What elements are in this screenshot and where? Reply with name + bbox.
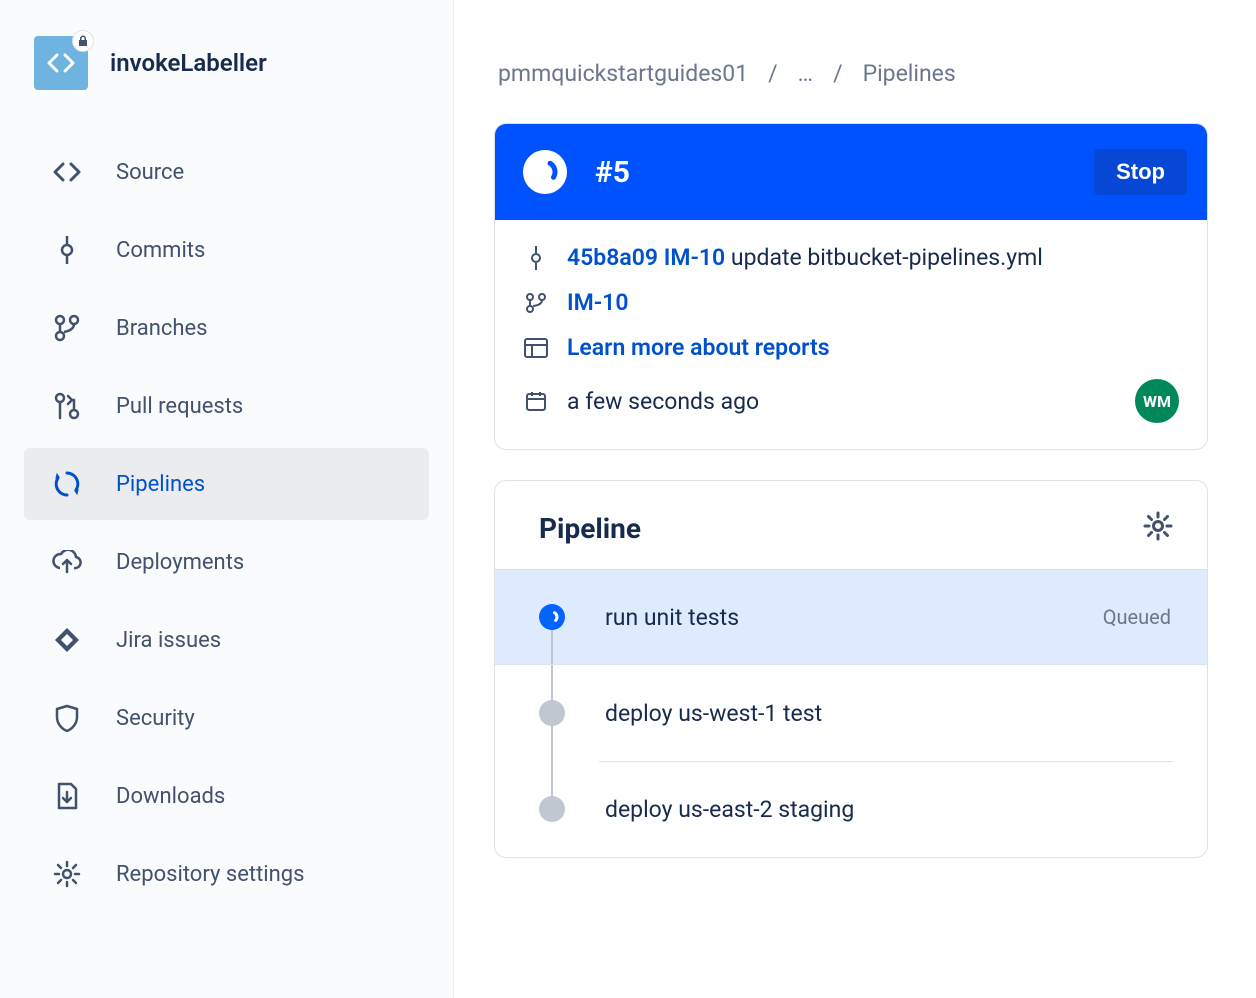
sidebar-item-repo-settings[interactable]: Repository settings [24, 838, 429, 910]
pipeline-step[interactable]: deploy us-west-1 test [495, 665, 1207, 761]
repo-icon [34, 36, 88, 90]
breadcrumb-root[interactable]: pmmquickstartguides01 [498, 60, 748, 87]
sidebar-item-label: Repository settings [116, 862, 401, 887]
branch-link[interactable]: IM-10 [567, 289, 628, 316]
repo-name: invokeLabeller [110, 49, 267, 77]
sidebar-item-source[interactable]: Source [24, 136, 429, 208]
issue-key-link[interactable]: IM-10 [664, 244, 725, 271]
run-details: 45b8a09 IM-10 update bitbucket-pipelines… [495, 220, 1207, 449]
step-status-label: Queued [1103, 605, 1171, 629]
downloads-icon [52, 781, 82, 811]
sidebar-item-branches[interactable]: Branches [24, 292, 429, 364]
stop-button[interactable]: Stop [1094, 149, 1187, 195]
step-name: run unit tests [605, 604, 1103, 631]
breadcrumb-separator: / [833, 60, 843, 87]
pipeline-steps-header: Pipeline [495, 481, 1207, 569]
sidebar-item-deployments[interactable]: Deployments [24, 526, 429, 598]
commit-icon [523, 246, 549, 270]
sidebar-item-downloads[interactable]: Downloads [24, 760, 429, 832]
shield-icon [52, 703, 82, 733]
step-divider [599, 761, 1173, 762]
pipeline-title: Pipeline [539, 512, 641, 545]
pipeline-settings-button[interactable] [1143, 511, 1173, 545]
branch-row: IM-10 [523, 289, 1179, 316]
source-icon [52, 157, 82, 187]
commit-hash-link[interactable]: 45b8a09 [567, 244, 658, 271]
breadcrumb-ellipsis[interactable]: … [798, 60, 813, 87]
avatar[interactable]: WM [1135, 379, 1179, 423]
run-header: #5 Stop [495, 124, 1207, 220]
sidebar-item-label: Pull requests [116, 394, 401, 419]
commits-icon [52, 235, 82, 265]
gear-icon [52, 859, 82, 889]
sidebar-item-label: Downloads [116, 784, 401, 809]
sidebar-item-label: Security [116, 706, 401, 731]
sidebar-item-label: Jira issues [116, 628, 401, 653]
step-status-pending-icon [539, 700, 565, 726]
main-content: pmmquickstartguides01 / … / Pipelines #5… [454, 0, 1256, 998]
pipeline-step[interactable]: deploy us-east-2 staging [495, 761, 1207, 857]
branch-icon [523, 292, 549, 314]
pipeline-steps-card: Pipeline run unit tests Queued deploy us… [494, 480, 1208, 858]
sidebar-item-label: Branches [116, 316, 401, 341]
reports-row: Learn more about reports [523, 334, 1179, 361]
time-row: a few seconds ago WM [523, 379, 1179, 423]
calendar-icon [523, 390, 549, 412]
step-list: run unit tests Queued deploy us-west-1 t… [495, 569, 1207, 857]
commit-row: 45b8a09 IM-10 update bitbucket-pipelines… [523, 244, 1179, 271]
step-name: deploy us-east-2 staging [605, 796, 1171, 823]
run-number: #5 [595, 155, 1066, 190]
breadcrumb: pmmquickstartguides01 / … / Pipelines [494, 60, 1208, 87]
sidebar: invokeLabeller Source Commits Branches [0, 0, 454, 998]
sidebar-item-pull-requests[interactable]: Pull requests [24, 370, 429, 442]
step-status-pending-icon [539, 796, 565, 822]
step-status-running-icon [539, 604, 565, 630]
sidebar-item-label: Source [116, 160, 401, 185]
reports-link[interactable]: Learn more about reports [567, 334, 830, 361]
pull-requests-icon [52, 391, 82, 421]
sidebar-item-label: Commits [116, 238, 401, 263]
step-name: deploy us-west-1 test [605, 700, 1171, 727]
pipeline-step[interactable]: run unit tests Queued [495, 569, 1207, 665]
pipelines-icon [52, 469, 82, 499]
sidebar-item-jira-issues[interactable]: Jira issues [24, 604, 429, 676]
repo-header: invokeLabeller [24, 36, 429, 90]
reports-icon [523, 338, 549, 358]
sidebar-item-pipelines[interactable]: Pipelines [24, 448, 429, 520]
breadcrumb-separator: / [768, 60, 778, 87]
sidebar-item-label: Pipelines [116, 472, 401, 497]
branches-icon [52, 313, 82, 343]
sidebar-item-label: Deployments [116, 550, 401, 575]
lock-icon [72, 30, 94, 52]
time-ago: a few seconds ago [567, 388, 759, 415]
pipeline-run-card: #5 Stop 45b8a09 IM-10 update bitbucket-p… [494, 123, 1208, 450]
run-status-in-progress-icon [523, 150, 567, 194]
sidebar-item-security[interactable]: Security [24, 682, 429, 754]
sidebar-nav: Source Commits Branches Pull requests Pi [24, 136, 429, 916]
breadcrumb-current[interactable]: Pipelines [863, 60, 956, 87]
sidebar-item-commits[interactable]: Commits [24, 214, 429, 286]
deployments-icon [52, 547, 82, 577]
commit-message: update bitbucket-pipelines.yml [731, 244, 1043, 271]
jira-icon [52, 625, 82, 655]
